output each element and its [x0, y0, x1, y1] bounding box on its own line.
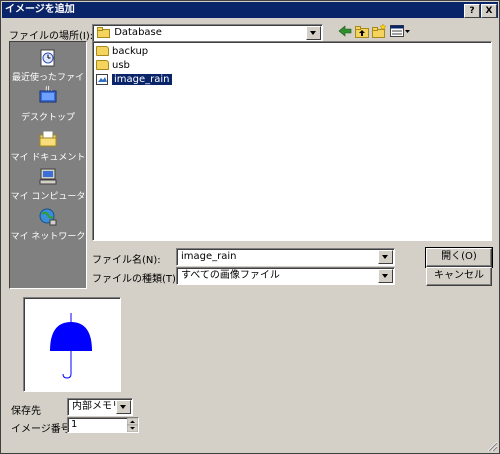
file-list[interactable]: backup usb image_rain — [92, 41, 492, 241]
resize-grip-icon[interactable] — [486, 440, 498, 452]
location-combo[interactable]: Database — [92, 24, 323, 42]
place-label-my-computer: マイ コンピュータ — [10, 192, 86, 202]
my-computer-icon — [39, 168, 57, 185]
image-number-value: 1 — [71, 419, 78, 430]
folder-icon — [96, 46, 109, 56]
list-item[interactable]: image_rain — [96, 73, 172, 86]
filetype-select[interactable]: すべての画像ファイル — [176, 267, 395, 285]
place-my-computer[interactable]: マイ コンピュータ — [10, 167, 86, 205]
save-to-label: 保存先 — [11, 406, 41, 417]
location-label: ファイルの場所(I): — [9, 31, 94, 42]
title-bar: イメージを追加 ? X — [2, 2, 498, 18]
filename-label: ファイル名(N): — [92, 255, 161, 266]
places-bar: 最近使ったファイル デスクトップ マイ ドキュメント マイ — [9, 41, 87, 289]
recent-icon — [40, 49, 55, 67]
save-to-value: 内部メモリ — [72, 401, 122, 412]
place-recent[interactable]: 最近使ったファイル — [10, 48, 86, 96]
place-label-my-network: マイ ネットワーク — [10, 232, 86, 242]
dialog-title: イメージを追加 — [5, 4, 75, 15]
image-number-stepper[interactable]: 1 — [67, 417, 139, 433]
place-my-network[interactable]: マイ ネットワーク — [10, 207, 86, 245]
umbrella-image — [50, 313, 92, 379]
up-folder-icon[interactable] — [354, 23, 370, 39]
filetype-value: すべての画像ファイル — [181, 270, 280, 281]
location-value: Database — [114, 27, 162, 38]
help-button[interactable]: ? — [464, 4, 480, 18]
chevron-down-icon[interactable] — [378, 250, 393, 264]
add-image-dialog: イメージを追加 ? X ファイルの場所(I): Database 最近使ったファ… — [0, 0, 500, 454]
place-label-my-documents: マイ ドキュメント — [10, 153, 86, 163]
place-label-desktop: デスクトップ — [20, 113, 75, 123]
image-file-icon — [96, 73, 108, 85]
my-network-icon — [39, 208, 57, 226]
chevron-down-icon[interactable] — [378, 269, 393, 283]
new-folder-icon[interactable] — [371, 23, 387, 39]
file-name: backup — [112, 46, 149, 57]
image-number-label: イメージ番号 — [11, 424, 71, 435]
place-my-documents[interactable]: マイ ドキュメント — [10, 128, 86, 166]
folder-icon — [97, 26, 110, 38]
spin-arrows-icon[interactable] — [127, 418, 138, 432]
open-button[interactable]: 開く(O) — [425, 247, 493, 268]
list-item[interactable]: usb — [96, 59, 130, 72]
chevron-down-icon[interactable] — [306, 26, 321, 40]
desktop-icon — [39, 90, 57, 105]
filename-input[interactable]: image_rain — [176, 248, 395, 266]
filename-value: image_rain — [181, 251, 237, 262]
save-to-select[interactable]: 内部メモリ — [67, 398, 133, 416]
list-item[interactable]: backup — [96, 45, 148, 58]
image-preview — [23, 297, 121, 392]
filetype-label: ファイルの種類(T): — [92, 274, 180, 285]
close-button[interactable]: X — [481, 4, 497, 18]
cancel-button[interactable]: キャンセル — [426, 267, 492, 286]
place-desktop[interactable]: デスクトップ — [10, 88, 86, 126]
folder-icon — [96, 60, 109, 70]
back-icon[interactable] — [337, 23, 353, 39]
chevron-down-icon[interactable] — [116, 400, 131, 414]
file-name: usb — [112, 60, 130, 71]
my-documents-icon — [39, 130, 57, 147]
file-name: image_rain — [112, 74, 172, 85]
view-menu-icon[interactable] — [389, 23, 411, 39]
